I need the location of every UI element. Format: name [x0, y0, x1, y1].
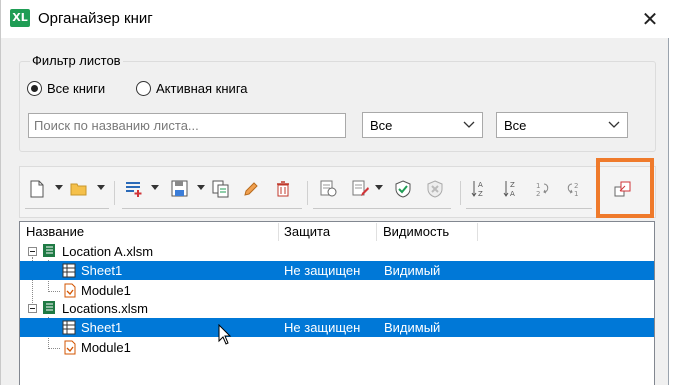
- radio-all-books[interactable]: Все книги: [27, 79, 105, 97]
- toolbar-separator: [307, 181, 308, 205]
- book-filter-select[interactable]: Все: [362, 112, 483, 138]
- insert-sheet-dropdown-arrow[interactable]: [151, 185, 159, 191]
- tree-module-name[interactable]: Module1: [81, 281, 131, 300]
- window-title: Органайзер книг: [38, 10, 153, 27]
- svg-text:Z: Z: [478, 190, 483, 198]
- svg-text:Z: Z: [510, 181, 515, 189]
- sheet-protection-status: Не защищен: [284, 320, 361, 335]
- protect-edit-dropdown-arrow[interactable]: [375, 185, 383, 191]
- tree-sheet-name[interactable]: Sheet1: [81, 318, 122, 337]
- toolbar-separator: [460, 181, 461, 205]
- tree-book-name[interactable]: Location A.xlsm: [62, 242, 153, 261]
- book-filter-value: Все: [370, 118, 393, 133]
- radio-active-book-label: Активная книга: [156, 80, 248, 96]
- visibility-filter-select[interactable]: Все: [496, 112, 628, 138]
- toolbar-separator: [114, 181, 115, 205]
- edit-pencil-icon: [244, 182, 258, 196]
- save-icon: [171, 180, 188, 197]
- save-button[interactable]: [170, 178, 190, 200]
- radio-all-books-label: Все книги: [47, 80, 106, 96]
- protect-edit-icon: [352, 180, 369, 196]
- workbook-icon: [43, 244, 55, 257]
- svg-text:2: 2: [574, 182, 578, 190]
- copy-button[interactable]: [211, 178, 231, 200]
- svg-text:1: 1: [574, 190, 578, 198]
- unprotect-button[interactable]: [425, 178, 445, 200]
- tree-module-name[interactable]: Module1: [81, 338, 131, 357]
- sort-za-icon: ZA: [503, 181, 515, 198]
- tree-guide-line: [48, 291, 60, 292]
- radio-active-book[interactable]: Активная книга: [136, 79, 248, 97]
- open-folder-icon: [70, 183, 87, 196]
- column-divider[interactable]: [477, 223, 478, 241]
- shield-check-icon: [395, 180, 411, 198]
- chevron-down-icon: [608, 121, 620, 128]
- toolbar-group-underline: [313, 208, 451, 209]
- delete-icon: [277, 181, 289, 197]
- radio-all-books-indicator[interactable]: [27, 80, 42, 96]
- sort-custom-icon: 12: [536, 182, 549, 198]
- sort-za-button[interactable]: ZA: [501, 178, 521, 200]
- tree-guide-line: [48, 348, 60, 349]
- collapse-toggle[interactable]: [28, 247, 37, 256]
- excel-app-icon: XL: [10, 9, 30, 27]
- new-file-icon: [30, 180, 44, 198]
- sheet-filter-label: Фильтр листов: [30, 53, 123, 68]
- protect-view-icon: [320, 180, 337, 197]
- new-file-button[interactable]: [27, 178, 47, 200]
- sort-custom-button[interactable]: 12: [533, 178, 553, 200]
- sheet-icon: [62, 263, 76, 278]
- save-dropdown-arrow[interactable]: [197, 185, 205, 191]
- collapse-toggle[interactable]: [28, 304, 37, 313]
- sort-az-icon: AZ: [471, 181, 483, 198]
- vba-module-icon: [64, 283, 76, 298]
- toolbar-group-underline: [25, 208, 109, 209]
- shield-cross-icon: [427, 180, 443, 198]
- protect-view-button[interactable]: [319, 178, 339, 200]
- tree-sheet-name[interactable]: Sheet1: [81, 261, 122, 280]
- svg-text:1: 1: [536, 182, 540, 190]
- sheet-protection-status: Не защищен: [284, 263, 361, 278]
- mouse-cursor-icon: [218, 324, 232, 345]
- visibility-filter-value: Все: [504, 118, 527, 133]
- sheet-search-input[interactable]: Поиск по названию листа...: [28, 113, 346, 138]
- sheet-icon: [62, 320, 76, 335]
- highlight-box: [596, 158, 654, 218]
- radio-active-book-indicator[interactable]: [136, 80, 151, 96]
- new-file-dropdown-arrow[interactable]: [55, 185, 63, 191]
- organizer-window: XL Органайзер книг ✕ Фильтр листов Все к…: [0, 0, 669, 385]
- insert-sheet-button[interactable]: [124, 178, 144, 200]
- toolbar-group-underline: [122, 208, 302, 209]
- column-header-visibility[interactable]: Видимость: [377, 222, 477, 241]
- protect-edit-button[interactable]: [351, 178, 371, 200]
- sheet-visibility-status: Видимый: [384, 263, 441, 278]
- rename-button[interactable]: [241, 178, 261, 200]
- sheet-filter-group: [19, 61, 656, 152]
- delete-button[interactable]: [273, 178, 293, 200]
- column-header-protection[interactable]: Защита: [278, 222, 376, 241]
- toolbar-group-underline: [466, 208, 592, 209]
- vba-module-icon: [64, 340, 76, 355]
- protect-button[interactable]: [393, 178, 413, 200]
- svg-text:A: A: [510, 190, 515, 198]
- sort-reset-button[interactable]: 21: [564, 178, 584, 200]
- tree-book-name[interactable]: Locations.xlsm: [62, 299, 148, 318]
- svg-text:2: 2: [536, 190, 540, 198]
- workbook-icon: [43, 301, 55, 314]
- sort-az-button[interactable]: AZ: [469, 178, 489, 200]
- insert-sheet-icon: [126, 182, 142, 197]
- copy-icon: [212, 180, 229, 198]
- title-bar: XL Органайзер книг ✕: [1, 0, 669, 38]
- svg-text:A: A: [478, 181, 483, 189]
- sheet-visibility-status: Видимый: [384, 320, 441, 335]
- open-folder-button[interactable]: [69, 178, 89, 200]
- chevron-down-icon: [463, 121, 475, 128]
- close-button[interactable]: ✕: [637, 6, 663, 32]
- column-header-name[interactable]: Название: [20, 222, 278, 241]
- sort-reset-icon: 21: [567, 182, 578, 198]
- open-folder-dropdown-arrow[interactable]: [97, 185, 105, 191]
